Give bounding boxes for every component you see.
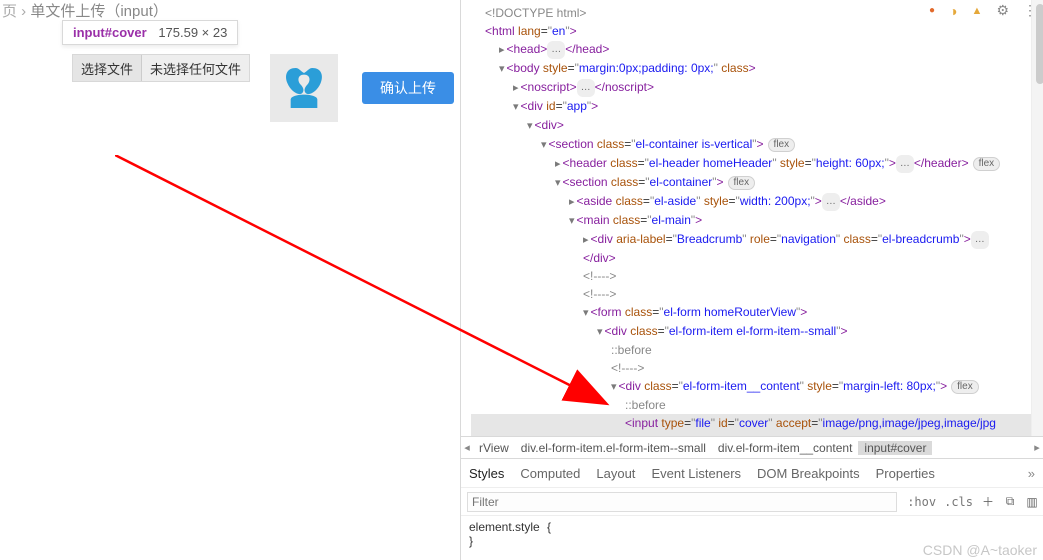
elements-scrollbar[interactable] <box>1031 0 1043 436</box>
rule-selector: element.style <box>469 520 540 534</box>
doctype: <!DOCTYPE html> <box>471 4 1043 22</box>
confirm-upload-button[interactable]: 确认上传 <box>362 72 454 104</box>
tooltip-selector: input#cover <box>73 25 147 40</box>
crumb-item[interactable]: div.el-form-item.el-form-item--small <box>515 441 712 455</box>
image-thumbnail <box>270 54 338 122</box>
noscript-node[interactable]: <noscript>…</noscript> <box>471 78 1043 97</box>
aside-node[interactable]: <aside class="el-aside" style="width: 20… <box>471 192 1043 211</box>
header-node[interactable]: <header class="el-header homeHeader" sty… <box>471 154 1043 173</box>
tooltip-dimensions: 175.59 × 23 <box>158 25 227 40</box>
cls-toggle[interactable]: .cls <box>944 495 973 509</box>
tab-layout[interactable]: Layout <box>596 466 635 481</box>
devtools-splitter[interactable] <box>460 0 466 560</box>
file-input-group[interactable]: 选择文件 未选择任何文件 <box>72 54 250 82</box>
breadcrumb-node[interactable]: <div aria-label="Breadcrumb" role="navig… <box>471 230 1043 249</box>
person-icon <box>279 61 329 115</box>
comment-1: <!----> <box>471 267 1043 285</box>
comment-3: <!----> <box>471 359 1043 377</box>
panel-layout-icon[interactable]: ▥ <box>1023 493 1041 511</box>
head-node[interactable]: <head>…</head> <box>471 40 1043 59</box>
crumb-item[interactable]: rView <box>473 441 515 455</box>
comment-2: <!----> <box>471 285 1043 303</box>
element-tooltip: input#cover 175.59 × 23 <box>62 20 238 45</box>
styles-pane[interactable]: element.style { } <box>461 516 1043 552</box>
crumb-item-selected[interactable]: input#cover <box>858 441 932 455</box>
elements-tree[interactable]: <!DOCTYPE html> <html lang="en"> <head>…… <box>461 0 1043 436</box>
new-style-rule-icon[interactable]: ＋ <box>979 493 997 511</box>
tab-properties[interactable]: Properties <box>876 466 935 481</box>
styles-filter-row: :hov .cls ＋ ⧉ ▥ <box>461 488 1043 516</box>
breadcrumb: 页 › 单文件上传（input） <box>0 0 460 21</box>
body-node[interactable]: <body style="margin:0px;padding: 0px;" c… <box>471 59 1043 78</box>
styles-filter-input[interactable] <box>467 492 897 512</box>
hov-toggle[interactable]: :hov <box>907 495 936 509</box>
div-open[interactable]: <div> <box>471 116 1043 135</box>
form-item-node[interactable]: <div class="el-form-item el-form-item--s… <box>471 322 1043 341</box>
before-1: ::before <box>471 341 1043 359</box>
html-open[interactable]: <html lang="en"> <box>471 22 1043 40</box>
choose-file-button[interactable]: 选择文件 <box>73 55 142 81</box>
input-cover-node[interactable]: <input type="file" id="cover" accept="im… <box>471 414 1043 432</box>
section1[interactable]: <section class="el-container is-vertical… <box>471 135 1043 154</box>
form-item-content[interactable]: <div class="el-form-item__content" style… <box>471 377 1043 396</box>
section2[interactable]: <section class="el-container">flex <box>471 173 1043 192</box>
devtools-panel: ● ◑ ▲ ⚙ ⋮ <!DOCTYPE html> <html lang="en… <box>460 0 1043 560</box>
device-toggle-icon[interactable]: ⧉ <box>1001 493 1019 511</box>
styles-tabs: Styles Computed Layout Event Listeners D… <box>461 458 1043 488</box>
main-node[interactable]: <main class="el-main"> <box>471 211 1043 230</box>
tab-styles[interactable]: Styles <box>469 466 504 481</box>
crumb-right-arrow-icon[interactable]: ▸ <box>1031 441 1043 454</box>
file-name-label: 未选择任何文件 <box>142 59 249 78</box>
more-tabs-icon[interactable]: » <box>1028 466 1035 481</box>
end-div-1: </div> <box>471 249 1043 267</box>
tab-event-listeners[interactable]: Event Listeners <box>651 466 741 481</box>
tab-dom-breakpoints[interactable]: DOM Breakpoints <box>757 466 860 481</box>
before-2: ::before <box>471 396 1043 414</box>
dom-breadcrumb-bar[interactable]: ◂ rView div.el-form-item.el-form-item--s… <box>461 436 1043 458</box>
tab-computed[interactable]: Computed <box>520 466 580 481</box>
crumb-item[interactable]: div.el-form-item__content <box>712 441 859 455</box>
form-node[interactable]: <form class="el-form homeRouterView"> <box>471 303 1043 322</box>
app-div[interactable]: <div id="app"> <box>471 97 1043 116</box>
